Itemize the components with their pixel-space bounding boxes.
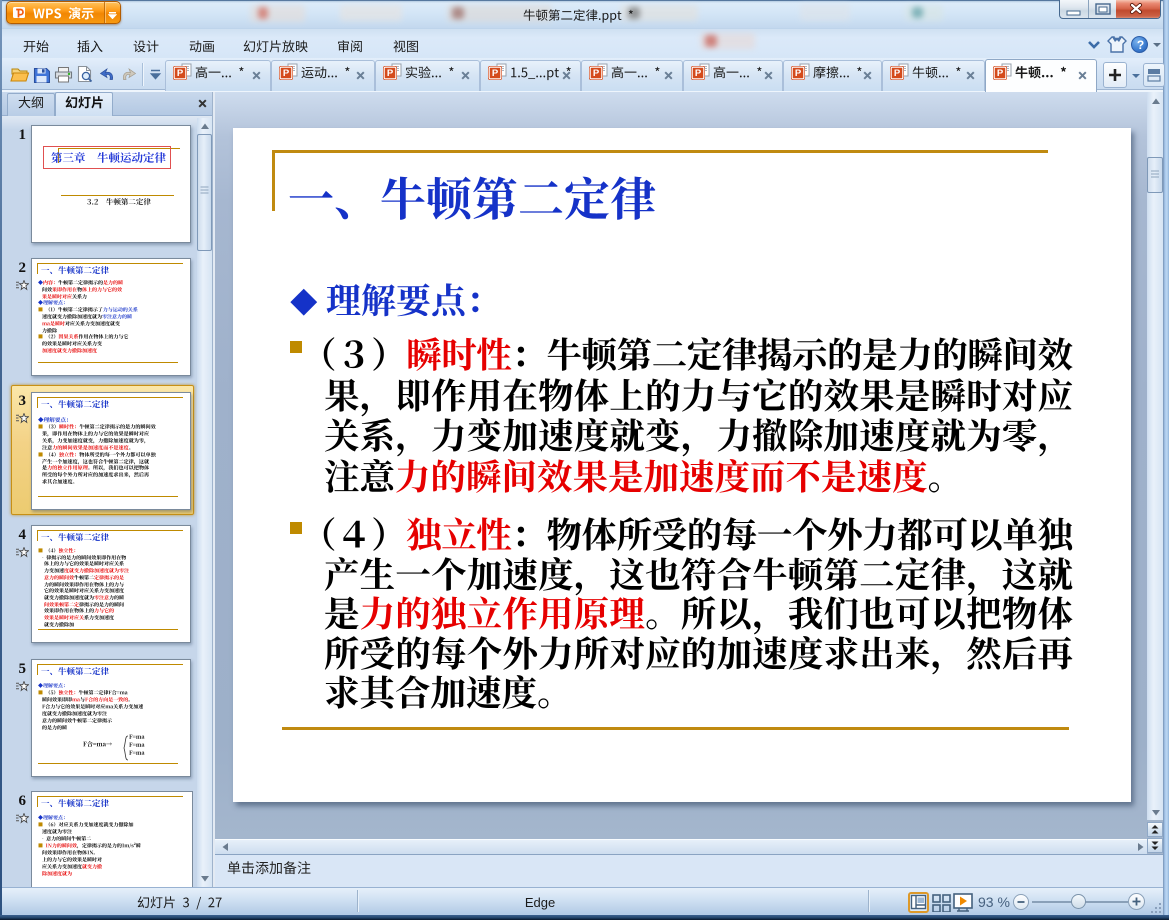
svg-text:P: P [177,68,184,79]
svg-text:P: P [894,68,901,79]
svg-text:P: P [997,68,1004,79]
svg-text:P: P [695,68,702,79]
svg-text:P: P [283,68,290,79]
svg-text:P: P [593,68,600,79]
svg-text:P: P [795,68,802,79]
svg-text:P: P [492,68,499,79]
svg-text:P: P [387,68,394,79]
